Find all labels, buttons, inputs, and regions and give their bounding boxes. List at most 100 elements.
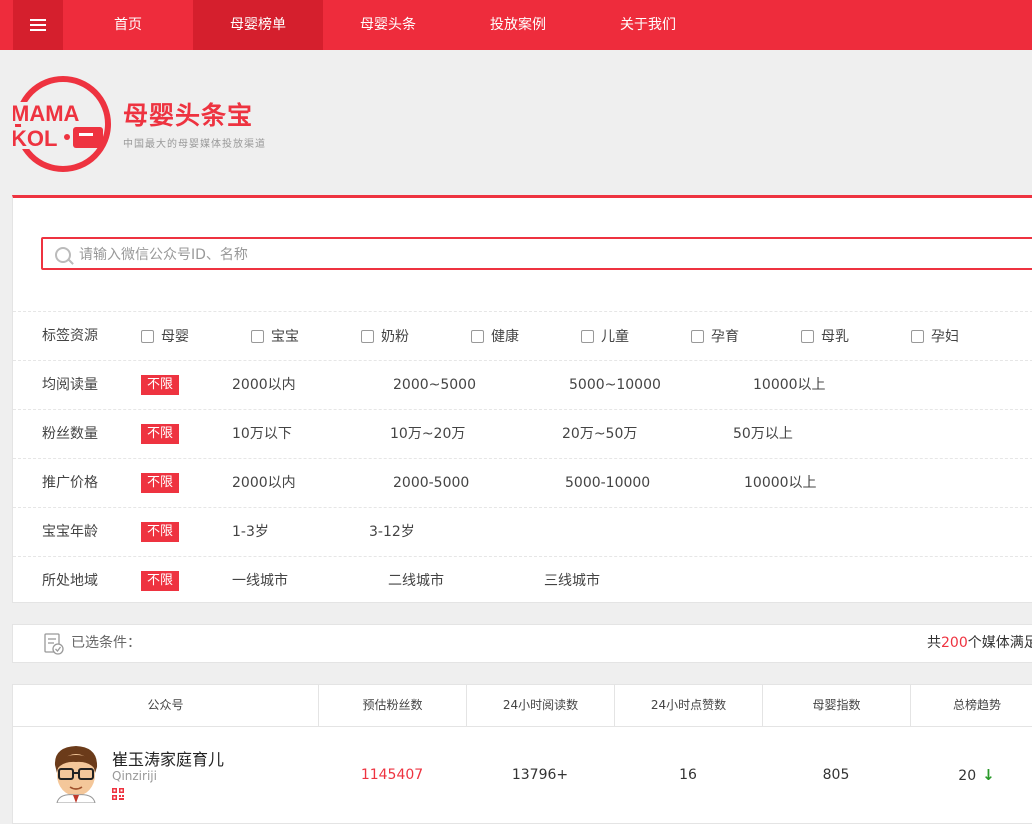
filter-option[interactable]: 一线城市: [232, 557, 288, 605]
filter-row-region: 所处地域 不限 一线城市 二线城市 三线城市: [13, 556, 1032, 605]
column-header-account[interactable]: 公众号: [13, 685, 318, 726]
cell-rank: 20: [958, 768, 977, 784]
filter-option[interactable]: 3-12岁: [369, 508, 415, 556]
filter-row-avg-reads: 均阅读量 不限 2000以内 2000~5000 5000~10000 1000…: [13, 360, 1032, 409]
checkbox-icon: [251, 329, 264, 343]
logo-mark[interactable]: MAMA KOL: [13, 74, 113, 174]
logo-title: 母婴头条宝: [123, 101, 254, 130]
filter-option[interactable]: 1-3岁: [232, 508, 269, 556]
column-header-trend[interactable]: 总榜趋势: [910, 685, 1032, 726]
tag-checkbox-ertong[interactable]: 儿童: [581, 312, 629, 360]
tag-label: 宝宝: [271, 329, 299, 345]
tag-label: 儿童: [601, 329, 629, 345]
table-header: 公众号 预估粉丝数 24小时阅读数 24小时点赞数 母婴指数 总榜趋势: [13, 685, 1032, 727]
cell-index: 805: [822, 767, 850, 783]
top-navigation: 首页 母婴榜单 母婴头条 投放案例 关于我们: [0, 0, 1032, 50]
filter-label-avg-reads: 均阅读量: [42, 377, 98, 393]
tag-label: 孕妇: [931, 329, 959, 345]
filter-unlimited-badge[interactable]: 不限: [141, 522, 180, 542]
filter-unlimited-badge[interactable]: 不限: [141, 424, 180, 444]
menu-button[interactable]: [13, 0, 63, 50]
nav-item-ranking[interactable]: 母婴榜单: [193, 0, 323, 50]
filter-label-fans: 粉丝数量: [42, 426, 98, 442]
filter-option[interactable]: 50万以上: [733, 410, 793, 458]
filter-option[interactable]: 20万~50万: [562, 410, 637, 458]
selected-conditions-label: 已选条件：: [71, 635, 141, 651]
filter-panel: 标签资源 母婴 宝宝 奶粉 健康 儿童 孕育 母乳 孕妇 均阅读量 不限 200…: [12, 195, 1032, 603]
tag-checkbox-baobao[interactable]: 宝宝: [251, 312, 299, 360]
filter-option[interactable]: 10000以上: [744, 459, 817, 507]
filter-option[interactable]: 5000-10000: [565, 459, 650, 507]
column-header-index[interactable]: 母婴指数: [762, 685, 910, 726]
arrow-down-icon: ↓: [982, 766, 995, 784]
search-icon: [55, 247, 71, 263]
avatar[interactable]: [49, 743, 103, 803]
filter-row-tags: 标签资源 母婴 宝宝 奶粉 健康 儿童 孕育 母乳 孕妇: [13, 311, 1032, 360]
filter-option[interactable]: 5000~10000: [569, 361, 661, 409]
account-name[interactable]: 崔玉涛家庭育儿: [112, 746, 224, 770]
selected-conditions-bar: 已选条件： 共200个媒体满足: [12, 624, 1032, 663]
checkbox-icon: [471, 329, 484, 343]
tag-checkbox-jiankang[interactable]: 健康: [471, 312, 519, 360]
filter-unlimited-badge[interactable]: 不限: [141, 375, 180, 395]
tag-checkbox-naifen[interactable]: 奶粉: [361, 312, 409, 360]
filter-option[interactable]: 二线城市: [388, 557, 444, 605]
result-count-prefix: 共: [927, 635, 941, 651]
tag-checkbox-yunyu[interactable]: 孕育: [691, 312, 739, 360]
filter-unlimited-badge[interactable]: 不限: [141, 473, 180, 493]
menu-icon: [30, 19, 46, 31]
filter-unlimited-badge[interactable]: 不限: [141, 571, 180, 591]
filter-option[interactable]: 2000-5000: [393, 459, 469, 507]
ranking-table: 公众号 预估粉丝数 24小时阅读数 24小时点赞数 母婴指数 总榜趋势 崔玉涛家…: [12, 684, 1032, 824]
filter-option[interactable]: 2000以内: [232, 459, 296, 507]
cell-fans: 1145407: [360, 767, 424, 783]
tag-label: 孕育: [711, 329, 739, 345]
filter-row-fans: 粉丝数量 不限 10万以下 10万~20万 20万~50万 50万以上: [13, 409, 1032, 458]
tag-label: 健康: [491, 329, 519, 345]
logo-subtitle: 中国最大的母婴媒体投放渠道: [123, 139, 266, 150]
column-header-fans[interactable]: 预估粉丝数: [318, 685, 466, 726]
filter-label-region: 所处地域: [42, 573, 98, 589]
filter-row-baby-age: 宝宝年龄 不限 1-3岁 3-12岁: [13, 507, 1032, 556]
tag-checkbox-muying[interactable]: 母婴: [141, 312, 189, 360]
cell-trend: 20 ↓: [910, 727, 1032, 823]
nav-item-headlines[interactable]: 母婴头条: [323, 0, 453, 50]
filter-option[interactable]: 10万以下: [232, 410, 292, 458]
search-input[interactable]: [77, 239, 981, 270]
cell-likes: 16: [679, 767, 697, 783]
filter-label-price: 推广价格: [42, 475, 98, 491]
cell-reads: 13796+: [511, 767, 569, 783]
filter-option[interactable]: 10万~20万: [390, 410, 465, 458]
tag-label: 母乳: [821, 329, 849, 345]
checkbox-icon: [691, 329, 704, 343]
nav-item-cases[interactable]: 投放案例: [453, 0, 583, 50]
filter-label-baby-age: 宝宝年龄: [42, 524, 98, 540]
column-header-reads[interactable]: 24小时阅读数: [466, 685, 614, 726]
filter-label-tags: 标签资源: [42, 328, 98, 344]
logo-text-mama: MAMA: [13, 101, 80, 126]
tag-label: 奶粉: [381, 329, 409, 345]
checkbox-icon: [581, 329, 594, 343]
result-count-suffix: 个媒体满足: [967, 635, 1032, 651]
checkbox-icon: [141, 329, 154, 343]
nav-item-about[interactable]: 关于我们: [583, 0, 713, 50]
search-box: [41, 237, 1032, 270]
logo-text-kol: KOL: [13, 126, 57, 151]
tag-label: 母婴: [161, 329, 189, 345]
qr-code-icon[interactable]: [112, 788, 124, 800]
filter-list-icon: [44, 633, 64, 655]
filter-option[interactable]: 三线城市: [544, 557, 600, 605]
checkbox-icon: [911, 329, 924, 343]
account-id: Qinziriji: [112, 769, 157, 783]
checkbox-icon: [801, 329, 814, 343]
filter-option[interactable]: 2000以内: [232, 361, 296, 409]
nav-item-home[interactable]: 首页: [63, 0, 193, 50]
result-count: 共200个媒体满足: [927, 625, 1032, 662]
column-header-likes[interactable]: 24小时点赞数: [614, 685, 762, 726]
filter-option[interactable]: 10000以上: [753, 361, 826, 409]
tag-checkbox-yunfu[interactable]: 孕妇: [911, 312, 959, 360]
table-row[interactable]: 崔玉涛家庭育儿 Qinziriji 1145407 13796+ 16 805 …: [13, 727, 1032, 817]
filter-option[interactable]: 2000~5000: [393, 361, 476, 409]
tag-checkbox-muru[interactable]: 母乳: [801, 312, 849, 360]
result-count-number: 200: [941, 635, 968, 651]
